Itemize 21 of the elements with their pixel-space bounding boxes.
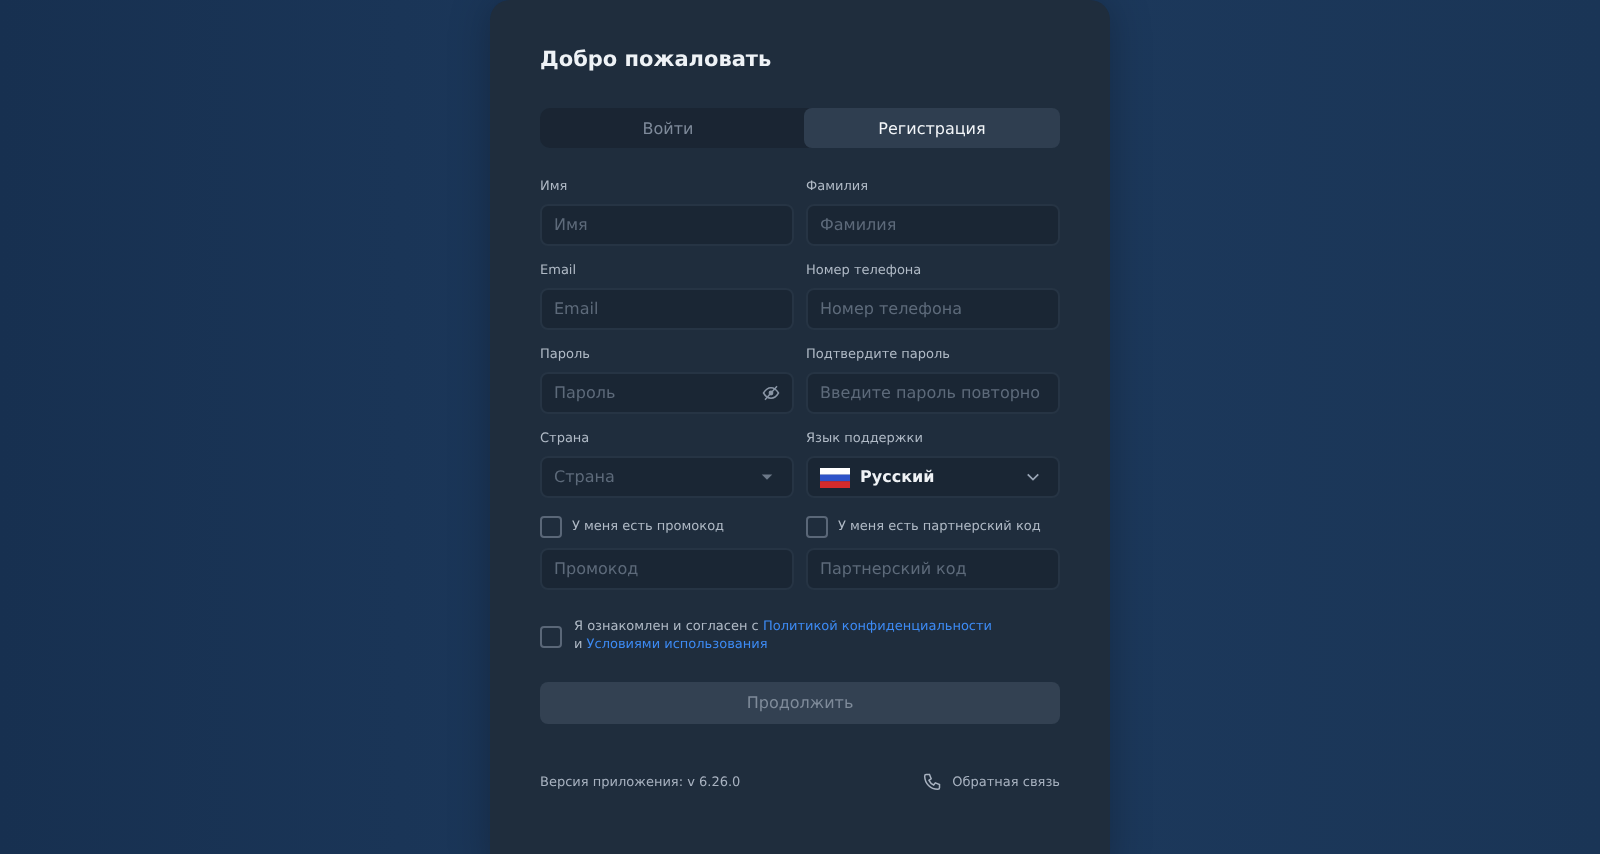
- input-field[interactable]: Email: [540, 288, 794, 330]
- input-field[interactable]: Фамилия: [806, 204, 1060, 246]
- flag-icon: [820, 467, 850, 487]
- checkbox[interactable]: [540, 515, 562, 537]
- input-field[interactable]: Партнерский код: [806, 548, 1060, 590]
- password-field[interactable]: Пароль: [540, 372, 794, 414]
- input-field[interactable]: Промокод: [540, 548, 794, 590]
- input-field[interactable]: Имя: [540, 204, 794, 246]
- language-dropdown[interactable]: Русский: [806, 456, 1060, 498]
- input-field[interactable]: Введите пароль повторно: [806, 372, 1060, 414]
- caret-icon: [760, 472, 774, 482]
- form-title: Добро пожаловать: [540, 48, 774, 76]
- eye-off-icon[interactable]: [762, 384, 780, 402]
- tab[interactable]: Войти: [540, 108, 796, 148]
- tab[interactable]: Регистрация: [804, 108, 1060, 148]
- caret-icon: [1026, 472, 1040, 482]
- input-field[interactable]: Номер телефона: [806, 288, 1060, 330]
- country-dropdown[interactable]: Страна: [540, 456, 794, 498]
- checkbox[interactable]: [806, 515, 828, 537]
- checkbox[interactable]: [540, 625, 562, 647]
- phone-icon: [922, 772, 943, 792]
